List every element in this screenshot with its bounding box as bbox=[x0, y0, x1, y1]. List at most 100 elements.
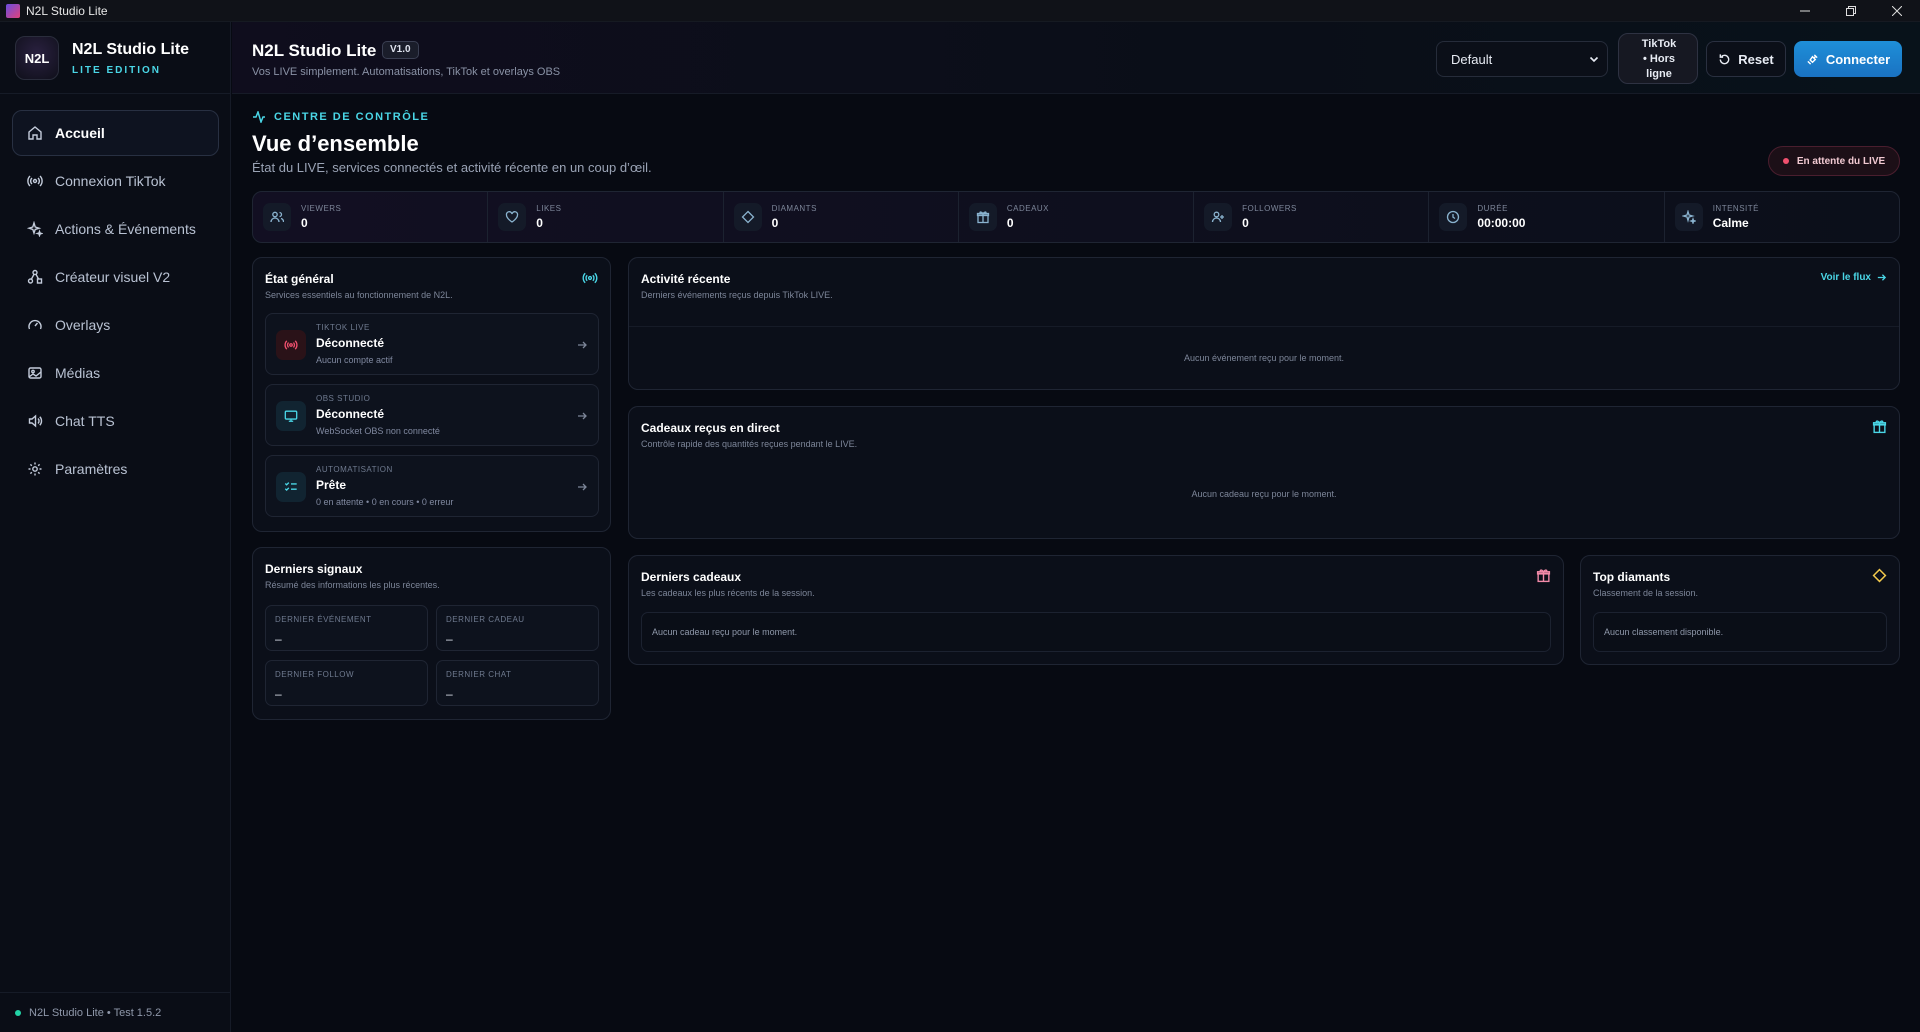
user-plus-icon bbox=[1204, 203, 1233, 231]
header-title: N2L Studio Lite bbox=[252, 41, 377, 60]
restore-icon[interactable] bbox=[1828, 0, 1874, 22]
service-tiktok-live[interactable]: TIKTOK LIVE Déconnecté Aucun compte acti… bbox=[265, 313, 599, 375]
card-title: Derniers cadeaux bbox=[641, 570, 742, 584]
page-subtitle: État du LIVE, services connectés et acti… bbox=[252, 160, 652, 175]
stat-label: DIAMANTS bbox=[771, 204, 817, 213]
card-subtitle: Contrôle rapide des quantités reçues pen… bbox=[641, 439, 858, 449]
service-detail: WebSocket OBS non connecté bbox=[316, 426, 440, 436]
stat-label: FOLLOWERS bbox=[1242, 204, 1297, 213]
workflow-icon bbox=[25, 267, 45, 287]
page-kicker: CENTRE DE CONTRÔLE bbox=[252, 111, 429, 123]
chevron-down-icon bbox=[1589, 54, 1599, 64]
main-content: CENTRE DE CONTRÔLE Vue d’ensemble État d… bbox=[232, 94, 1920, 1032]
service-label: OBS STUDIO bbox=[316, 394, 371, 403]
service-detail: Aucun compte actif bbox=[316, 355, 393, 365]
reset-button[interactable]: Reset bbox=[1706, 41, 1786, 77]
card-subtitle: Services essentiels au fonctionnement de… bbox=[265, 290, 453, 300]
diamond-icon bbox=[733, 203, 762, 231]
service-automatisation[interactable]: AUTOMATISATION Prête 0 en attente • 0 en… bbox=[265, 455, 599, 517]
sidebar-item-label: Actions & Événements bbox=[55, 221, 196, 237]
card-title: Derniers signaux bbox=[265, 562, 363, 576]
gauge-icon bbox=[25, 315, 45, 335]
header-subtitle: Vos LIVE simplement. Automatisations, Ti… bbox=[252, 66, 561, 78]
speaker-icon bbox=[25, 411, 45, 431]
voir-le-flux-link[interactable]: Voir le flux bbox=[1821, 272, 1887, 283]
header: N2L Studio Lite V1.0 Vos LIVE simplement… bbox=[232, 22, 1920, 94]
arrow-right-icon bbox=[576, 481, 588, 493]
stat-duree: DURÉE 00:00:00 bbox=[1429, 192, 1665, 242]
signal-label: DERNIER CHAT bbox=[446, 670, 512, 679]
sparkle-icon bbox=[1674, 203, 1703, 231]
tiktok-status-line: ligne bbox=[1646, 68, 1672, 80]
page-title: Vue d’ensemble bbox=[252, 131, 419, 156]
empty-message: Aucun cadeau reçu pour le moment. bbox=[1191, 489, 1337, 499]
empty-message: Aucun cadeau reçu pour le moment. bbox=[641, 612, 1551, 652]
signal-label: DERNIER CADEAU bbox=[446, 615, 525, 624]
sidebar-item-chat-tts[interactable]: Chat TTS bbox=[12, 398, 219, 444]
app-icon bbox=[6, 3, 20, 18]
card-title: Cadeaux reçus en direct bbox=[641, 421, 780, 435]
clock-icon bbox=[1439, 203, 1468, 231]
sparkle-icon bbox=[25, 219, 45, 239]
connect-button[interactable]: Connecter bbox=[1794, 41, 1902, 77]
sidebar-item-parametres[interactable]: Paramètres bbox=[12, 446, 219, 492]
sidebar-item-actions-evenements[interactable]: Actions & Événements bbox=[12, 206, 219, 252]
sidebar-item-medias[interactable]: Médias bbox=[12, 350, 219, 396]
reset-label: Reset bbox=[1738, 51, 1774, 67]
stat-intensite: INTENSITÉ Calme bbox=[1665, 192, 1899, 242]
gift-icon bbox=[1872, 419, 1887, 434]
users-icon bbox=[263, 203, 291, 231]
signal-dernier-chat: DERNIER CHAT – bbox=[436, 660, 599, 706]
stat-diamants: DIAMANTS 0 bbox=[724, 192, 959, 242]
signal-dernier-cadeau: DERNIER CADEAU – bbox=[436, 605, 599, 651]
window-controls bbox=[1782, 0, 1920, 22]
card-title: Top diamants bbox=[1593, 570, 1671, 584]
sidebar-item-createur-visuel[interactable]: Créateur visuel V2 bbox=[12, 254, 219, 300]
close-icon[interactable] bbox=[1874, 0, 1920, 22]
stat-viewers: VIEWERS 0 bbox=[253, 192, 489, 242]
divider bbox=[629, 326, 1899, 327]
stat-value: 0 bbox=[1242, 216, 1249, 230]
sidebar-item-accueil[interactable]: Accueil bbox=[12, 110, 219, 156]
brand-subtitle: LITE EDITION bbox=[72, 65, 161, 76]
profile-select[interactable]: Default bbox=[1436, 41, 1608, 77]
pulse-icon bbox=[252, 111, 274, 123]
brand: N2L N2L Studio Lite LITE EDITION bbox=[0, 22, 231, 94]
gift-icon bbox=[968, 203, 997, 231]
status-dot bbox=[15, 1009, 21, 1016]
broadcast-icon bbox=[25, 171, 45, 191]
minimize-icon[interactable] bbox=[1782, 0, 1828, 22]
tiktok-status-badge[interactable]: TikTok • Hors ligne bbox=[1618, 33, 1698, 84]
service-status: Déconnecté bbox=[316, 336, 385, 350]
card-subtitle: Les cadeaux les plus récents de la sessi… bbox=[641, 588, 815, 598]
signal-dernier-follow: DERNIER FOLLOW – bbox=[265, 660, 428, 706]
signal-value: – bbox=[275, 687, 282, 701]
live-status-text: En attente du LIVE bbox=[1796, 155, 1886, 167]
stat-value: 0 bbox=[1006, 216, 1014, 230]
sidebar-item-overlays[interactable]: Overlays bbox=[12, 302, 219, 348]
profile-select-value: Default bbox=[1451, 51, 1493, 67]
signal-value: – bbox=[446, 687, 453, 701]
etat-general-card: État général Services essentiels au fonc… bbox=[252, 257, 611, 532]
connect-label: Connecter bbox=[1825, 51, 1891, 67]
stat-label: INTENSITÉ bbox=[1712, 204, 1759, 213]
sidebar-item-label: Chat TTS bbox=[55, 413, 115, 429]
checklist-icon bbox=[276, 472, 306, 502]
sidebar-item-connexion-tiktok[interactable]: Connexion TikTok bbox=[12, 158, 219, 204]
top-diamants-card: Top diamants Classement de la session. A… bbox=[1580, 555, 1900, 665]
app-version: N2L Studio Lite • Test 1.5.2 bbox=[29, 1006, 162, 1019]
stat-value: Calme bbox=[1712, 216, 1749, 230]
stat-label: DURÉE bbox=[1477, 204, 1508, 213]
arrow-right-icon bbox=[1871, 272, 1887, 283]
page-kicker-text: CENTRE DE CONTRÔLE bbox=[274, 111, 430, 123]
sidebar: N2L N2L Studio Lite LITE EDITION Accueil… bbox=[0, 22, 231, 1032]
empty-message: Aucun événement reçu pour le moment. bbox=[1183, 353, 1345, 363]
signal-value: – bbox=[446, 632, 453, 646]
service-obs-studio[interactable]: OBS STUDIO Déconnecté WebSocket OBS non … bbox=[265, 384, 599, 446]
gear-icon bbox=[25, 459, 45, 479]
home-icon bbox=[25, 123, 45, 143]
diamond-icon bbox=[1872, 568, 1887, 583]
live-dot bbox=[1782, 158, 1789, 164]
stat-label: LIKES bbox=[536, 204, 562, 213]
version-badge: V1.0 bbox=[382, 41, 419, 59]
